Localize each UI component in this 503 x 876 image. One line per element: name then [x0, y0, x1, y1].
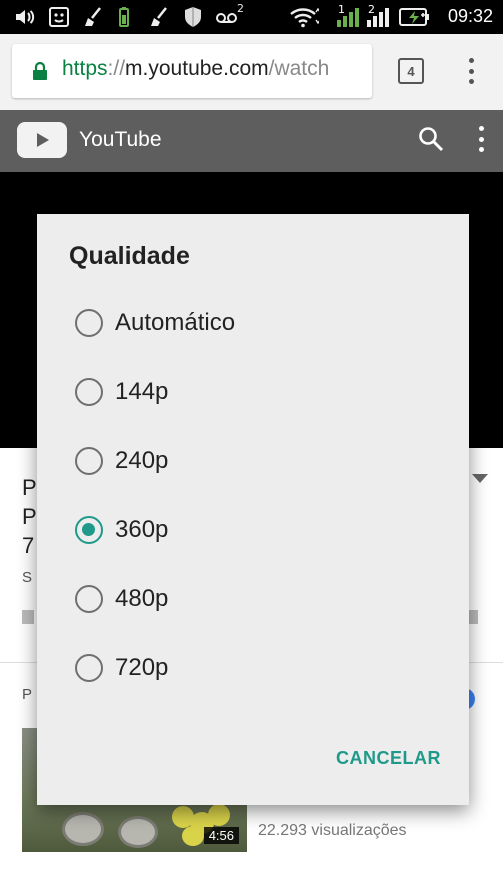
radio-button[interactable]: [75, 378, 103, 406]
url-separator: ://: [107, 57, 126, 80]
clock-time: 09:32: [447, 6, 493, 26]
option-label: 144p: [115, 378, 169, 405]
lock-icon: [32, 61, 48, 85]
video-duration: 4:56: [203, 827, 239, 844]
video-title-fragment: P: [22, 475, 37, 500]
shield-icon: [183, 6, 203, 28]
video-title-fragment-3: 7: [22, 533, 35, 558]
like-icon[interactable]: [22, 610, 34, 624]
url-text[interactable]: https://m.youtube.com/watch: [62, 57, 368, 81]
related-heading-fragment: P: [22, 686, 33, 703]
youtube-logo-icon[interactable]: [17, 122, 67, 158]
youtube-title[interactable]: YouTube: [79, 128, 162, 152]
option-label: Automático: [115, 309, 236, 336]
voicemail-count: 2: [237, 2, 244, 15]
battery-small-icon: [118, 6, 130, 28]
address-bar[interactable]: https://m.youtube.com/watch: [12, 44, 372, 98]
quality-option-auto[interactable]: Automático: [75, 301, 435, 345]
quality-option-240p[interactable]: 240p: [75, 439, 435, 483]
tab-switcher-button[interactable]: 4: [398, 58, 424, 84]
quality-option-360p[interactable]: 360p: [75, 508, 435, 552]
quality-dialog: Qualidade Automático 144p 240p 360p 480p…: [37, 214, 469, 805]
video-title-fragment-2: P: [22, 504, 37, 529]
quality-option-144p[interactable]: 144p: [75, 370, 435, 414]
view-count: 22.293 visualizações: [258, 822, 407, 839]
sim2-label: 2: [367, 3, 376, 16]
face-icon: [48, 6, 70, 28]
quality-option-480p[interactable]: 480p: [75, 577, 435, 621]
radio-button[interactable]: [75, 309, 103, 337]
signal-2-icon: 2: [364, 3, 390, 28]
status-bar: 2 1 2 09:32: [0, 0, 503, 34]
search-icon[interactable]: [418, 126, 444, 156]
option-label: 720p: [115, 654, 169, 681]
youtube-menu-icon[interactable]: [478, 126, 484, 152]
radio-button-selected[interactable]: [75, 516, 103, 544]
url-path: /watch: [268, 57, 330, 80]
battery-charging-icon: [399, 6, 431, 28]
option-label: 480p: [115, 585, 169, 612]
sim1-label: 1: [337, 3, 346, 16]
radio-button[interactable]: [75, 654, 103, 682]
quality-option-720p[interactable]: 720p: [75, 646, 435, 690]
option-label: 240p: [115, 447, 169, 474]
url-host: m.youtube.com: [125, 57, 269, 80]
voicemail-icon: 2: [214, 2, 244, 28]
browser-menu-icon[interactable]: [468, 58, 474, 84]
volume-icon: [14, 6, 36, 28]
browser-toolbar: https://m.youtube.com/watch 4: [0, 34, 503, 110]
broom-icon: [148, 6, 170, 28]
broom-icon: [82, 6, 104, 28]
wifi-icon: [289, 6, 319, 28]
url-scheme: https: [62, 57, 108, 80]
signal-1-icon: 1: [334, 3, 360, 28]
radio-button[interactable]: [75, 585, 103, 613]
channel-fragment: S: [22, 569, 33, 586]
option-label: 360p: [115, 516, 169, 543]
youtube-header: YouTube: [0, 110, 503, 172]
dialog-title: Qualidade: [69, 242, 190, 270]
expand-description-icon[interactable]: [472, 474, 488, 483]
radio-button[interactable]: [75, 447, 103, 475]
cancel-button[interactable]: CANCELAR: [336, 748, 441, 769]
